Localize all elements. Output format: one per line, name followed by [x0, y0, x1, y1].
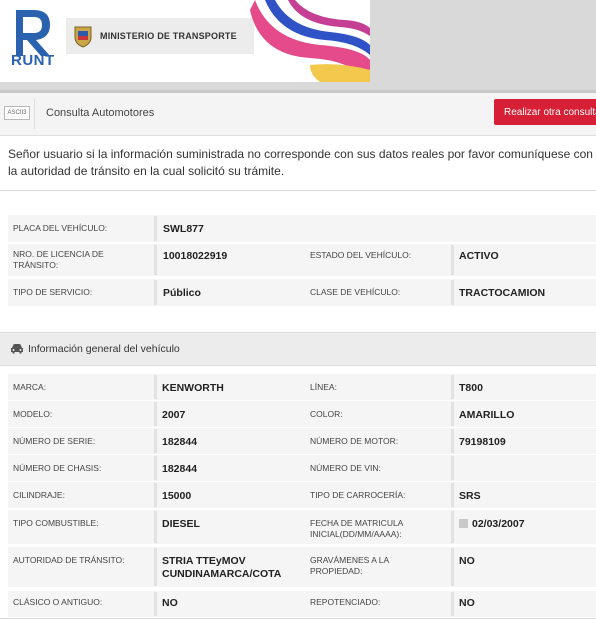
value-separator [154, 456, 157, 480]
section-header-general[interactable]: Información general del vehículo [0, 332, 596, 366]
summary-row-placa: PLACA DEL VEHÍCULO: SWL877 [8, 215, 596, 242]
value-separator [154, 216, 157, 241]
clasico-value: NO [162, 597, 178, 609]
coat-of-arms-icon [74, 26, 92, 48]
color-label: COLOR: [310, 409, 343, 419]
value-separator [154, 280, 157, 305]
value-separator [154, 245, 157, 275]
general-row-chasis: NÚMERO DE CHASIS: 182844 NÚMERO DE VIN: [8, 455, 596, 481]
car-icon [11, 344, 23, 354]
ministry-logo: MINISTERIO DE TRANSPORTE [66, 18, 254, 54]
value-separator [451, 511, 454, 543]
carroceria-label: TIPO DE CARROCERÍA: [310, 490, 406, 500]
gravamenes-value: NO [459, 555, 475, 567]
chasis-value: 182844 [162, 463, 198, 475]
motor-value: 79198109 [459, 436, 506, 448]
value-separator [154, 548, 157, 586]
servicio-value: Público [163, 287, 201, 299]
general-row-combustible: TIPO COMBUSTIBLE: DIESEL FECHA DE MATRIC… [8, 510, 596, 544]
licencia-value: 10018022919 [163, 250, 228, 262]
combustible-label: TIPO COMBUSTIBLE: [13, 518, 99, 528]
linea-value: T800 [459, 382, 483, 394]
placa-value: SWL877 [163, 223, 204, 235]
placa-label: PLACA DEL VEHÍCULO: [13, 223, 108, 233]
modelo-value: 2007 [162, 409, 186, 421]
general-row-modelo: MODELO: 2007 COLOR: AMARILLO [8, 401, 596, 427]
matricula-value: 02/03/2007 [472, 518, 525, 530]
motor-label: NÚMERO DE MOTOR: [310, 436, 399, 446]
carroceria-value: SRS [459, 490, 481, 502]
general-row-autoridad: AUTORIDAD DE TRÁNSITO: STRIA TTEyMOV CUN… [8, 547, 596, 587]
serie-label: NÚMERO DE SERIE: [13, 436, 96, 446]
header-banner: RUNT MINISTERIO DE TRANSPORTE [0, 0, 370, 82]
general-row-cilindraje: CILINDRAJE: 15000 TIPO DE CARROCERÍA: SR… [8, 482, 596, 508]
autoridad-label: AUTORIDAD DE TRÁNSITO: [13, 555, 125, 565]
cilindraje-value: 15000 [162, 490, 192, 502]
new-query-button[interactable]: Realizar otra consulta [494, 99, 596, 125]
chasis-label: NÚMERO DE CHASIS: [13, 463, 102, 473]
toolbar-separator [34, 99, 35, 129]
value-separator [154, 375, 157, 399]
estado-value: ACTIVO [459, 250, 499, 262]
value-separator [451, 375, 454, 399]
value-separator [154, 511, 157, 543]
value-separator [451, 429, 454, 453]
value-separator [451, 548, 454, 586]
toolbar-app-icon: ASCII3 [4, 106, 30, 120]
marca-label: MARCA: [13, 382, 47, 392]
divider [0, 190, 596, 191]
general-row-marca: MARCA: KENWORTH LÍNEA: T800 [8, 374, 596, 400]
linea-label: LÍNEA: [310, 382, 337, 392]
value-separator [451, 402, 454, 426]
combustible-value: DIESEL [162, 518, 200, 530]
toolbar: ASCII3 Consulta Automotores Realizar otr… [0, 93, 596, 136]
site-header: RUNT MINISTERIO DE TRANSPORTE [0, 0, 596, 90]
matricula-label: FECHA DE MATRICULA INICIAL(DD/MM/AAAA): [310, 518, 403, 539]
modelo-label: MODELO: [13, 409, 53, 419]
value-separator [154, 429, 157, 453]
color-value: AMARILLO [459, 409, 515, 421]
notice-text: Señor usuario si la información suminist… [8, 147, 593, 178]
value-separator [451, 456, 454, 480]
ministry-name: MINISTERIO DE TRANSPORTE [100, 31, 237, 41]
section-title: Información general del vehículo [28, 343, 180, 355]
general-row-clasico: CLÁSICO O ANTIGUO: NO REPOTENCIADO: NO [8, 591, 596, 617]
repotenciado-label: REPOTENCIADO: [310, 597, 381, 607]
vin-label: NÚMERO DE VIN: [310, 463, 381, 473]
value-separator [154, 592, 157, 616]
marca-value: KENWORTH [162, 382, 224, 394]
value-separator [451, 245, 454, 275]
clasico-label: CLÁSICO O ANTIGUO: [13, 597, 103, 607]
value-separator [451, 280, 454, 305]
general-row-serie: NÚMERO DE SERIE: 182844 NÚMERO DE MOTOR:… [8, 428, 596, 454]
value-separator [154, 402, 157, 426]
value-separator [451, 592, 454, 616]
autoridad-value: STRIA TTEyMOV CUNDINAMARCA/COTA [162, 555, 282, 580]
calendar-icon [459, 519, 468, 528]
serie-value: 182844 [162, 436, 198, 448]
clase-value: TRACTOCAMION [459, 287, 546, 299]
cilindraje-label: CILINDRAJE: [13, 490, 65, 500]
clase-label: CLASE DE VEHÍCULO: [310, 287, 401, 297]
summary-row-servicio: TIPO DE SERVICIO: Público CLASE DE VEHÍC… [8, 279, 596, 306]
estado-label: ESTADO DEL VEHÍCULO: [310, 250, 412, 260]
licencia-label: NRO. DE LICENCIA DE TRÁNSITO: [13, 249, 104, 270]
summary-row-licencia: NRO. DE LICENCIA DE TRÁNSITO: 1001802291… [8, 244, 596, 276]
gravamenes-label: GRAVÁMENES A LA PROPIEDAD: [310, 555, 389, 576]
decorative-swirl-icon [250, 0, 370, 82]
runt-logo-text: RUNT [11, 52, 55, 69]
toolbar-title: Consulta Automotores [46, 107, 155, 119]
servicio-label: TIPO DE SERVICIO: [13, 287, 93, 297]
value-separator [154, 483, 157, 507]
value-separator [451, 483, 454, 507]
repotenciado-value: NO [459, 597, 475, 609]
